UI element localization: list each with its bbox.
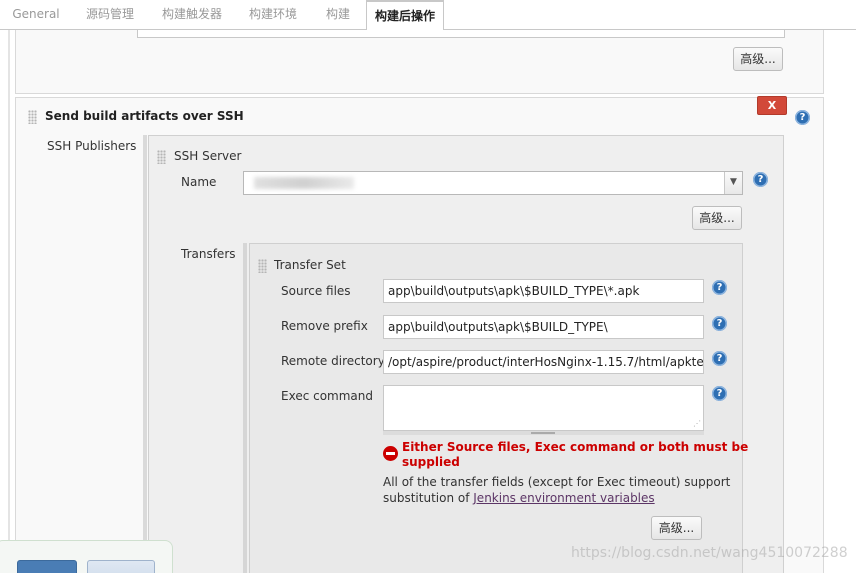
resize-handle-icon[interactable] [531, 432, 555, 434]
ssh-publishers-label: SSH Publishers [47, 139, 137, 153]
redacted-server-name [254, 177, 354, 189]
info-text-prefix: substitution of [383, 491, 474, 505]
publishers-gutter [143, 135, 147, 573]
remote-directory-input[interactable]: /opt/aspire/product/interHosNginx-1.15.7… [383, 350, 704, 374]
left-gutter [8, 30, 10, 573]
help-icon[interactable]: ? [712, 316, 727, 331]
apply-button[interactable] [87, 560, 155, 573]
drag-handle[interactable] [28, 110, 37, 124]
source-files-label: Source files [281, 284, 351, 298]
name-label: Name [181, 175, 217, 189]
advanced-button-top[interactable]: 高级... [733, 47, 783, 71]
help-icon[interactable]: ? [712, 280, 727, 295]
bottom-action-bar [0, 540, 173, 573]
tab-build-environment[interactable]: 构建环境 [236, 0, 310, 28]
textarea-resize-bar[interactable] [383, 431, 704, 435]
exec-command-label: Exec command [281, 389, 374, 403]
previous-input-field[interactable] [137, 30, 785, 38]
source-files-input[interactable]: app\build\outputs\apk\$BUILD_TYPE\*.apk [383, 279, 704, 303]
tab-general[interactable]: General [0, 0, 72, 28]
watermark: https://blog.csdn.net/wang4510072288 [571, 545, 848, 561]
error-icon [383, 446, 398, 461]
remote-directory-label: Remote directory [281, 354, 385, 368]
tab-bar: General 源码管理 构建触发器 构建环境 构建 构建后操作 [0, 0, 856, 31]
tab-build-triggers[interactable]: 构建触发器 [148, 0, 236, 28]
previous-step-panel: 高级... [15, 30, 824, 94]
exec-command-textarea[interactable]: ⋰ [383, 385, 704, 431]
info-text-line2: substitution of Jenkins environment vari… [383, 490, 655, 506]
help-icon[interactable]: ? [753, 172, 768, 187]
section-title: Send build artifacts over SSH [45, 109, 244, 123]
save-button[interactable] [17, 560, 77, 573]
server-name-select[interactable]: ▼ [243, 171, 743, 195]
advanced-button-transfer[interactable]: 高级... [651, 516, 702, 540]
error-message-line2: supplied [402, 455, 460, 469]
transfers-gutter [243, 243, 247, 573]
remove-prefix-label: Remove prefix [281, 319, 368, 333]
help-icon[interactable]: ? [795, 110, 810, 125]
tab-post-build-actions[interactable]: 构建后操作 [366, 0, 444, 31]
transfers-label: Transfers [181, 247, 236, 261]
ssh-server-title: SSH Server [174, 149, 242, 163]
help-icon[interactable]: ? [712, 351, 727, 366]
help-icon[interactable]: ? [712, 386, 727, 401]
jenkins-env-vars-link[interactable]: Jenkins environment variables [473, 491, 654, 505]
remove-prefix-input[interactable]: app\build\outputs\apk\$BUILD_TYPE\ [383, 315, 704, 339]
error-message-line1: Either Source files, Exec command or bot… [402, 440, 749, 454]
transfer-drag-handle[interactable] [258, 259, 267, 273]
chevron-down-icon[interactable]: ▼ [724, 172, 742, 194]
server-drag-handle[interactable] [157, 150, 166, 164]
tab-source-management[interactable]: 源码管理 [72, 0, 148, 28]
info-text-line1: All of the transfer fields (except for E… [383, 475, 731, 489]
advanced-button-server[interactable]: 高级... [692, 206, 742, 230]
tab-build[interactable]: 构建 [310, 0, 366, 28]
transfer-set-title: Transfer Set [274, 258, 346, 272]
resize-grip-icon[interactable]: ⋰ [693, 420, 701, 428]
delete-step-button[interactable]: X [757, 96, 787, 115]
